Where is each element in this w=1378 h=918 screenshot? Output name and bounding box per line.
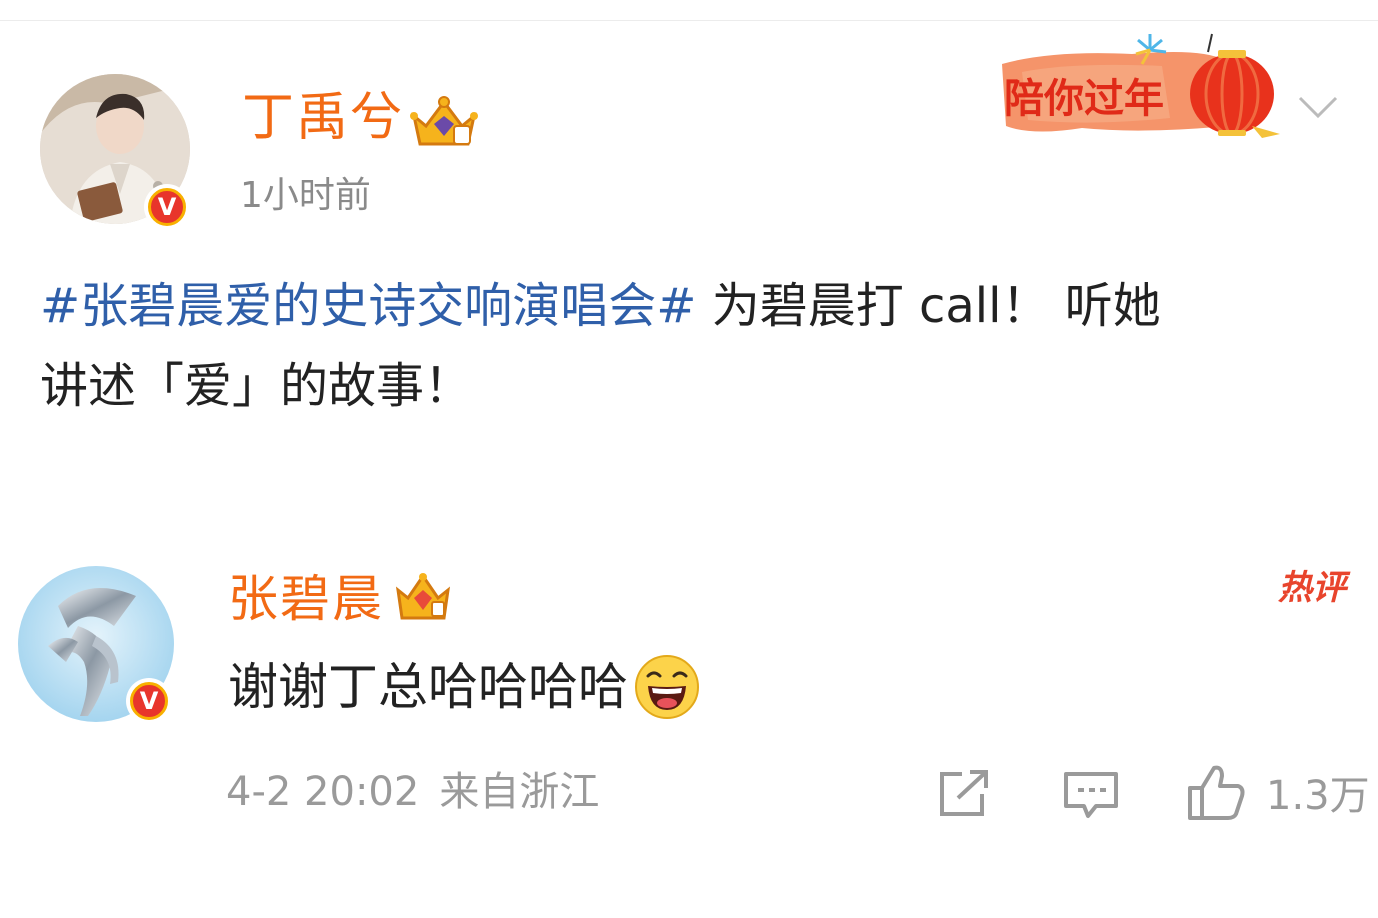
crown-icon [410,96,478,146]
top-divider [0,20,1378,21]
like-button[interactable]: 1.3万 [1186,762,1370,822]
comment-location: 来自浙江 [439,769,600,815]
post-body-line-1: #张碧晨爱的史诗交响演唱会# 为碧晨打 call！ 听她 [40,266,1340,346]
topic-hashtag[interactable]: #张碧晨爱的史诗交响演唱会# [40,278,696,334]
like-count: 1.3万 [1266,773,1370,819]
repost-button[interactable] [936,768,992,820]
comment-author-name[interactable]: 张碧晨 [228,574,384,624]
comment-date: 4-2 20:02 [226,769,420,815]
post-text-part: 为碧晨打 call！ 听她 [696,278,1161,334]
thumbs-up-icon [1188,765,1245,820]
share-square-icon [940,770,988,816]
comment-text: 谢谢丁总哈哈哈哈 [228,658,628,716]
post-time: 1小时前 [240,175,371,216]
post-body-line-2: 讲述「爱」的故事！ [40,358,473,414]
laughing-emoji-icon [635,655,699,719]
post-author-name[interactable]: 丁禹兮 [242,92,404,144]
chevron-down-icon[interactable] [1294,86,1342,126]
verified-badge: V [144,184,190,230]
weibo-comment-screen: V 丁禹兮 1小时前 陪你过年 #张碧晨爱的史诗交响演唱会# 为碧晨打 call… [0,0,1378,918]
comment-bubble-icon [1064,772,1118,818]
crown-icon [395,573,451,620]
hot-comment-tag: 热评 [1278,568,1346,608]
banner-text: 陪你过年 [1004,76,1164,122]
comment-text-row: 谢谢丁总哈哈哈哈 [228,654,700,720]
post-author-avatar[interactable]: V [40,74,190,230]
comment-author-avatar[interactable]: V [18,566,174,724]
comment-meta: 4-2 20:02 来自浙江 [226,772,599,812]
post-body: #张碧晨爱的史诗交响演唱会# 为碧晨打 call！ 听她 讲述「爱」的故事！ [40,266,1340,426]
new-year-banner[interactable]: 陪你过年 [992,30,1292,140]
verified-badge: V [126,678,172,724]
comment-button[interactable] [1062,768,1120,822]
